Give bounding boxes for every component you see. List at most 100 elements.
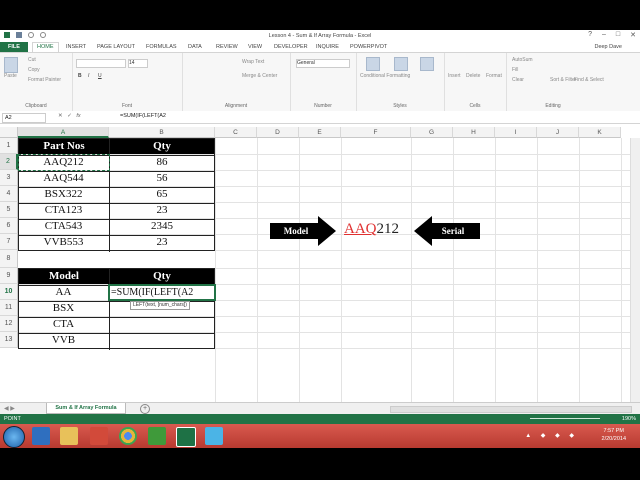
column-header-j[interactable]: J xyxy=(537,127,579,138)
bold-button[interactable]: B xyxy=(78,73,82,79)
start-button-icon[interactable] xyxy=(3,426,25,448)
user-name[interactable]: Deep Dave xyxy=(594,44,622,50)
cell-qty[interactable]: 23 xyxy=(109,235,215,250)
sort-filter-button[interactable]: Sort & Filter xyxy=(550,77,576,83)
merge-center-button[interactable]: Merge & Center xyxy=(242,73,277,79)
zoom-level[interactable]: 190% xyxy=(622,416,636,422)
format-as-table-icon[interactable] xyxy=(394,57,408,71)
paste-icon[interactable] xyxy=(4,57,18,73)
cell-part-no[interactable]: BSX322 xyxy=(18,187,109,202)
number-format-box[interactable]: General xyxy=(296,59,350,68)
cell-qty[interactable]: 86 xyxy=(109,155,215,170)
clear-button[interactable]: Clear xyxy=(512,77,524,83)
column-header-c[interactable]: C xyxy=(215,127,257,138)
row-header-13[interactable]: 13 xyxy=(0,332,18,348)
column-header-k[interactable]: K xyxy=(579,127,621,138)
chrome-icon[interactable] xyxy=(119,427,137,445)
tab-insert[interactable]: INSERT xyxy=(66,44,86,50)
tab-view[interactable]: VIEW xyxy=(248,44,262,50)
tab-page-layout[interactable]: PAGE LAYOUT xyxy=(97,44,135,50)
row-header-6[interactable]: 6 xyxy=(0,218,18,234)
column-header-h[interactable]: H xyxy=(453,127,495,138)
cell-part-no[interactable]: CTA123 xyxy=(18,203,109,218)
fx-icon[interactable]: ✕ ✓ fx xyxy=(58,113,81,119)
row-header-8[interactable]: 8 xyxy=(0,250,18,268)
minimize-icon[interactable]: – xyxy=(602,31,606,39)
vertical-scrollbar[interactable] xyxy=(630,138,640,402)
new-sheet-icon[interactable]: + xyxy=(140,404,150,414)
tab-formulas[interactable]: FORMULAS xyxy=(146,44,177,50)
row-header-7[interactable]: 7 xyxy=(0,234,18,250)
column-header-b[interactable]: B xyxy=(109,127,215,138)
header-qty[interactable]: Qty xyxy=(110,139,214,154)
font-size-box[interactable]: 14 xyxy=(128,59,148,68)
cell-model[interactable]: VVB xyxy=(18,333,109,348)
cell-model[interactable]: AA xyxy=(18,285,109,300)
tab-inquire[interactable]: INQUIRE xyxy=(316,44,339,50)
insert-button[interactable]: Insert xyxy=(448,73,461,79)
tab-developer[interactable]: DEVELOPER xyxy=(274,44,308,50)
maximize-icon[interactable]: □ xyxy=(616,31,620,39)
cell-part-no[interactable]: VVB553 xyxy=(18,235,109,250)
tab-file[interactable]: FILE xyxy=(0,42,28,52)
close-icon[interactable]: ✕ xyxy=(630,31,636,39)
copy-button[interactable]: Copy xyxy=(28,67,40,73)
name-box[interactable]: A2 xyxy=(2,113,46,123)
row-header-11[interactable]: 11 xyxy=(0,300,18,316)
zoom-slider[interactable] xyxy=(530,418,600,419)
format-button[interactable]: Format xyxy=(486,73,502,79)
ie-icon[interactable] xyxy=(32,427,50,445)
cell-qty[interactable]: 65 xyxy=(109,187,215,202)
column-header-d[interactable]: D xyxy=(257,127,299,138)
cell-part-no[interactable]: AAQ544 xyxy=(18,171,109,186)
autosum-button[interactable]: AutoSum xyxy=(512,57,533,63)
select-all-corner[interactable] xyxy=(0,127,18,138)
format-painter-button[interactable]: Format Painter xyxy=(28,77,61,83)
column-header-e[interactable]: E xyxy=(299,127,341,138)
font-name-box[interactable] xyxy=(76,59,126,68)
row-header-1[interactable]: 1 xyxy=(0,138,18,154)
sheet-tab-active[interactable]: Sum & If Array Formula xyxy=(46,403,126,414)
system-tray-icons[interactable]: ▲ ◆ ◆ ◆ xyxy=(525,432,578,439)
underline-button[interactable]: U xyxy=(98,73,102,79)
explorer-icon[interactable] xyxy=(60,427,78,445)
conditional-formatting-icon[interactable] xyxy=(366,57,380,71)
sheet-nav-arrows[interactable]: ◀ ▶ xyxy=(4,405,15,412)
wrap-text-button[interactable]: Wrap Text xyxy=(242,59,264,65)
italic-button[interactable]: I xyxy=(88,73,89,79)
header-part-nos[interactable]: Part Nos xyxy=(19,139,109,154)
cell-qty[interactable]: 23 xyxy=(109,203,215,218)
header-model-qty[interactable]: Qty xyxy=(110,269,214,284)
cell-formula-editing[interactable]: =SUM(IF(LEFT(A2 xyxy=(111,285,215,300)
horizontal-scrollbar[interactable] xyxy=(390,406,632,413)
row-header-10[interactable]: 10 xyxy=(0,284,18,300)
delete-button[interactable]: Delete xyxy=(466,73,480,79)
tab-powerpivot[interactable]: POWERPIVOT xyxy=(350,44,387,50)
fill-button[interactable]: Fill xyxy=(512,67,518,73)
formula-input[interactable]: =SUM(IF(LEFT(A2 xyxy=(120,113,166,119)
find-select-button[interactable]: Find & Select xyxy=(574,77,604,83)
row-header-5[interactable]: 5 xyxy=(0,202,18,218)
cell-model[interactable]: CTA xyxy=(18,317,109,332)
green-app-icon[interactable] xyxy=(148,427,166,445)
help-icon[interactable]: ? xyxy=(588,31,592,39)
row-header-3[interactable]: 3 xyxy=(0,170,18,186)
row-header-2[interactable]: 2 xyxy=(0,154,18,170)
control-panel-icon[interactable] xyxy=(205,427,223,445)
cell-model[interactable]: BSX xyxy=(18,301,109,316)
excel-taskbar-icon[interactable] xyxy=(176,427,196,447)
column-header-a[interactable]: A xyxy=(18,127,109,138)
cut-button[interactable]: Cut xyxy=(28,57,36,63)
cell-qty[interactable]: 2345 xyxy=(109,219,215,234)
cell-part-no[interactable]: CTA543 xyxy=(18,219,109,234)
media-player-icon[interactable] xyxy=(90,427,108,445)
row-header-4[interactable]: 4 xyxy=(0,186,18,202)
column-header-f[interactable]: F xyxy=(341,127,411,138)
cell-styles-icon[interactable] xyxy=(420,57,434,71)
header-model[interactable]: Model xyxy=(19,269,109,284)
tab-data[interactable]: DATA xyxy=(188,44,202,50)
cell-qty[interactable]: 56 xyxy=(109,171,215,186)
row-header-9[interactable]: 9 xyxy=(0,268,18,284)
column-header-i[interactable]: I xyxy=(495,127,537,138)
row-header-12[interactable]: 12 xyxy=(0,316,18,332)
